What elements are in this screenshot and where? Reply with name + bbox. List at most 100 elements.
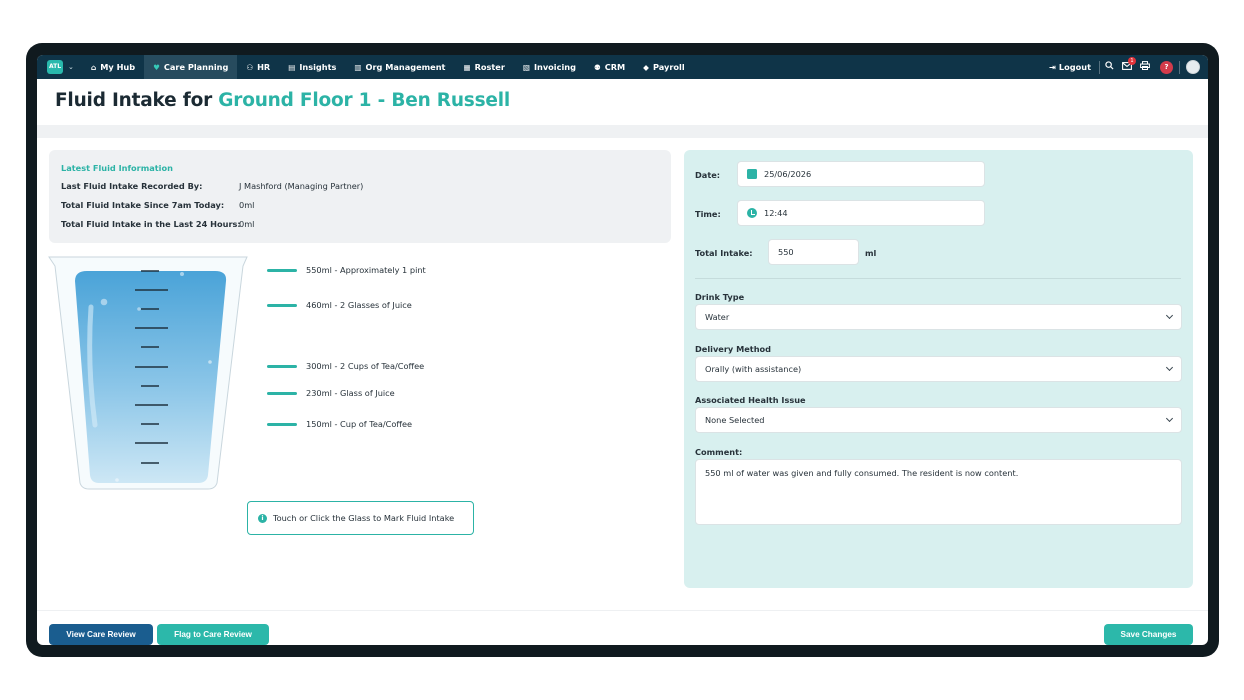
measure-marker [267,364,297,368]
nav-item-label: Invoicing [533,62,576,72]
nav-item-label: Org Management [365,62,446,72]
people-icon: ⚇ [246,62,254,72]
date-field[interactable]: 25/06/2026 [737,161,985,187]
contacts-icon: ⚉ [593,62,601,72]
comment-textarea[interactable]: 550 ml of water was given and fully cons… [695,459,1182,525]
page-title: Fluid Intake for Ground Floor 1 - Ben Ru… [55,90,510,111]
chevron-down-icon [1165,311,1174,320]
measure-label: 150ml - Cup of Tea/Coffee [306,419,413,429]
title-divider [37,125,1208,138]
measure-label: 550ml - Approximately 1 pint [306,265,426,275]
search-icon[interactable] [1100,61,1118,73]
calendar-icon: ▦ [463,62,471,72]
mail-icon[interactable]: 1 [1118,56,1136,73]
brand-logo: ATL [47,60,63,74]
logout-label: Logout [1058,62,1091,72]
top-navigation: ATL ⌄ ⌂ My Hub ♥ Care Planning ⚇ HR ▤ In… [37,55,1208,79]
health-issue-label: Associated Health Issue [695,395,806,405]
time-label: Time: [695,209,721,219]
tag-icon: ◆ [643,62,649,72]
time-value: 12:44 [764,208,788,218]
help-icon[interactable]: ? [1160,60,1173,74]
nav-item-label: Care Planning [163,62,229,72]
measure-label: 300ml - 2 Cups of Tea/Coffee [306,361,425,371]
measure-230ml[interactable]: 230ml - Glass of Juice [267,388,395,398]
comment-value: 550 ml of water was given and fully cons… [705,468,1019,478]
measure-marker [267,422,297,426]
nav-item-my-hub[interactable]: ⌂ My Hub [82,55,144,79]
info-label-since-7am: Total Fluid Intake Since 7am Today: [61,200,225,210]
total-intake-input[interactable]: 550 [768,239,859,265]
total-intake-label: Total Intake: [695,248,753,258]
info-icon: i [258,513,267,523]
fluid-entry-form: Date: 25/06/2026 Time: 12:44 Total Intak… [684,150,1193,588]
logout-button[interactable]: ⇥ Logout [1041,62,1099,72]
nav-item-payroll[interactable]: ◆ Payroll [634,55,693,79]
info-label-last-24h: Total Fluid Intake in the Last 24 Hours: [61,219,241,229]
invoice-icon: ▧ [522,62,530,72]
nav-item-label: My Hub [100,62,136,72]
building-icon: ▥ [354,62,362,72]
total-intake-unit: ml [865,248,877,258]
latest-fluid-info: Latest Fluid Information Last Fluid Inta… [49,150,671,243]
measure-300ml[interactable]: 300ml - 2 Cups of Tea/Coffee [267,361,424,371]
info-value-last-24h: 0ml [239,219,255,229]
device-frame: ATL ⌄ ⌂ My Hub ♥ Care Planning ⚇ HR ▤ In… [26,43,1219,657]
time-field[interactable]: 12:44 [737,200,985,226]
measure-label: 460ml - 2 Glasses of Juice [306,300,412,310]
save-changes-button[interactable]: Save Changes [1104,624,1193,645]
info-heading: Latest Fluid Information [61,163,173,173]
nav-item-roster[interactable]: ▦ Roster [454,55,513,79]
delivery-method-value: Orally (with assistance) [705,364,802,374]
nav-item-label: Roster [474,62,505,72]
brand-switcher[interactable]: ATL ⌄ [37,55,82,79]
nav-item-label: CRM [604,62,626,72]
nav-item-crm[interactable]: ⚉ CRM [585,55,634,79]
fluid-glass[interactable] [47,255,252,497]
nav-right-tools: ⇥ Logout 1 ? [1041,55,1208,79]
footer-divider [37,610,1208,611]
chart-icon: ▤ [288,62,296,72]
app-screen: ATL ⌄ ⌂ My Hub ♥ Care Planning ⚇ HR ▤ In… [37,55,1208,645]
nav-item-insights[interactable]: ▤ Insights [279,55,345,79]
measure-460ml[interactable]: 460ml - 2 Glasses of Juice [267,300,412,310]
chevron-down-icon [1165,363,1174,372]
view-care-review-button[interactable]: View Care Review [49,624,153,645]
nav-divider [1179,60,1180,74]
chevron-down-icon [1165,414,1174,423]
notification-badge: 1 [1128,56,1136,65]
calendar-icon [747,169,757,179]
nav-item-label: Payroll [652,62,685,72]
drink-type-select[interactable]: Water [695,304,1182,330]
nav-item-care-planning[interactable]: ♥ Care Planning [144,55,238,79]
logout-icon: ⇥ [1049,62,1056,72]
glass-hint: i Touch or Click the Glass to Mark Fluid… [247,501,474,535]
measure-550ml[interactable]: 550ml - Approximately 1 pint [267,265,426,275]
nav-item-hr[interactable]: ⚇ HR [237,55,279,79]
delivery-method-label: Delivery Method [695,344,772,354]
avatar[interactable] [1186,60,1200,74]
info-label-recorded-by: Last Fluid Intake Recorded By: [61,181,203,191]
form-divider [695,278,1181,279]
clock-icon [747,208,757,218]
chevron-down-icon: ⌄ [68,63,74,71]
nav-item-invoicing[interactable]: ▧ Invoicing [514,55,585,79]
date-value: 25/06/2026 [764,169,812,179]
drink-type-label: Drink Type [695,292,745,302]
date-label: Date: [695,170,721,180]
nav-item-org-management[interactable]: ▥ Org Management [345,55,454,79]
measure-label: 230ml - Glass of Juice [306,388,395,398]
measure-150ml[interactable]: 150ml - Cup of Tea/Coffee [267,419,412,429]
measure-marker [267,391,297,395]
print-icon[interactable] [1136,61,1154,73]
comment-label: Comment: [695,447,743,457]
flag-care-review-button[interactable]: Flag to Care Review [157,624,269,645]
delivery-method-select[interactable]: Orally (with assistance) [695,356,1182,382]
home-icon: ⌂ [90,62,97,72]
glass-hint-text: Touch or Click the Glass to Mark Fluid I… [273,513,455,523]
health-issue-select[interactable]: None Selected [695,407,1182,433]
measure-marker [267,268,297,272]
nav-item-label: Insights [299,62,337,72]
info-value-since-7am: 0ml [239,200,255,210]
measure-marker [267,303,297,307]
